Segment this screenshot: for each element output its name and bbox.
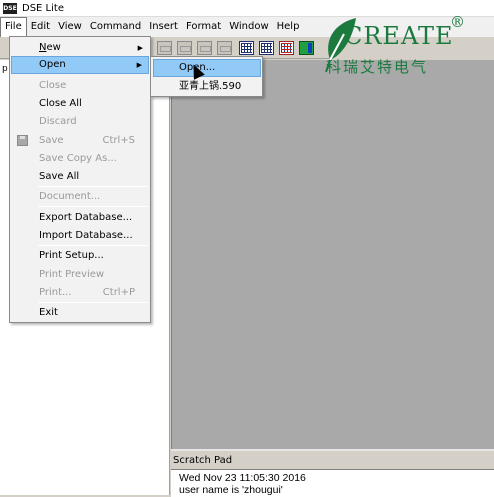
- menu-item-print-preview[interactable]: Print Preview: [11, 266, 149, 284]
- menu-item-open[interactable]: Open ▶: [11, 56, 149, 74]
- scratch-line: Wed Nov 23 11:05:30 2016: [179, 472, 306, 484]
- table-grid-icon[interactable]: [239, 41, 254, 55]
- menu-separator: [38, 206, 148, 207]
- shortcut-label: Ctrl+P: [102, 287, 135, 298]
- menu-item-print-setup[interactable]: Print Setup...: [11, 247, 149, 265]
- submenu-item-open[interactable]: Open...: [153, 59, 261, 77]
- create-logo: CREATE ® 科瑞艾特电气: [318, 12, 494, 78]
- menu-item-save-copy-as[interactable]: Save Copy As...: [11, 150, 149, 168]
- scratch-pad-title: Scratch Pad: [173, 455, 233, 466]
- menu-window[interactable]: Window: [225, 17, 272, 37]
- shortcut-label: Ctrl+S: [102, 135, 135, 146]
- menu-item-print[interactable]: Print... Ctrl+P: [11, 284, 149, 302]
- toolbar-disabled-icon[interactable]: [157, 41, 172, 55]
- menu-item-new[interactable]: New ▶: [11, 39, 149, 57]
- menu-item-close-all[interactable]: Close All: [11, 95, 149, 113]
- menu-item-import-database[interactable]: Import Database...: [11, 227, 149, 245]
- left-pane-tab[interactable]: p: [2, 64, 8, 74]
- menu-file[interactable]: File: [0, 17, 27, 37]
- submenu-arrow-icon: ▶: [136, 61, 142, 69]
- toolbar-disabled-icon[interactable]: [217, 41, 232, 55]
- menu-separator: [38, 186, 148, 187]
- menu-separator: [38, 302, 148, 303]
- menu-help[interactable]: Help: [273, 17, 304, 37]
- menu-item-discard[interactable]: Discard: [11, 113, 149, 131]
- menu-item-document[interactable]: Document...: [11, 188, 149, 206]
- table-grid-icon[interactable]: [259, 41, 274, 55]
- open-submenu: Open... 亚青上锅.590: [150, 56, 263, 97]
- menu-item-export-database[interactable]: Export Database...: [11, 209, 149, 227]
- menu-item-save[interactable]: Save Ctrl+S: [11, 132, 149, 150]
- scratch-pad-output[interactable]: Wed Nov 23 11:05:30 2016 user name is 'z…: [171, 469, 494, 497]
- menu-item-label: Save: [39, 135, 64, 146]
- file-menu-dropdown: New ▶ Open ▶ Close Close All Discard Save…: [9, 36, 151, 323]
- toolbar-disabled-icon[interactable]: [197, 41, 212, 55]
- menu-edit[interactable]: Edit: [27, 17, 54, 37]
- menu-item-exit[interactable]: Exit: [11, 304, 149, 322]
- submenu-arrow-icon: ▶: [137, 44, 143, 52]
- toolbar-disabled-icon[interactable]: [177, 41, 192, 55]
- workspace-area: [171, 60, 494, 449]
- recent-file-item[interactable]: 亚青上锅.590: [153, 78, 261, 96]
- scratch-line: user name is 'zhougui': [179, 484, 283, 496]
- logo-wordmark: CREATE: [344, 22, 454, 50]
- logo-chinese-name: 科瑞艾特电气: [326, 58, 429, 76]
- colored-grid-icon[interactable]: [279, 41, 294, 55]
- menu-insert[interactable]: Insert: [145, 17, 182, 37]
- menu-item-label: Print...: [39, 287, 72, 298]
- green-block-icon[interactable]: [299, 41, 314, 55]
- window-title: DSE Lite: [22, 2, 64, 14]
- registered-mark: ®: [450, 13, 465, 31]
- menu-item-save-all[interactable]: Save All: [11, 168, 149, 186]
- floppy-disk-icon: [17, 135, 28, 146]
- menu-view[interactable]: View: [54, 17, 86, 37]
- scratch-pad: Scratch Pad Wed Nov 23 11:05:30 2016 use…: [171, 449, 494, 497]
- menu-item-label: Open: [39, 59, 66, 70]
- menu-separator: [38, 245, 148, 246]
- menu-command[interactable]: Command: [86, 17, 145, 37]
- menu-item-close[interactable]: Close: [11, 77, 149, 95]
- menu-format[interactable]: Format: [182, 17, 225, 37]
- app-icon: DSE: [3, 2, 17, 14]
